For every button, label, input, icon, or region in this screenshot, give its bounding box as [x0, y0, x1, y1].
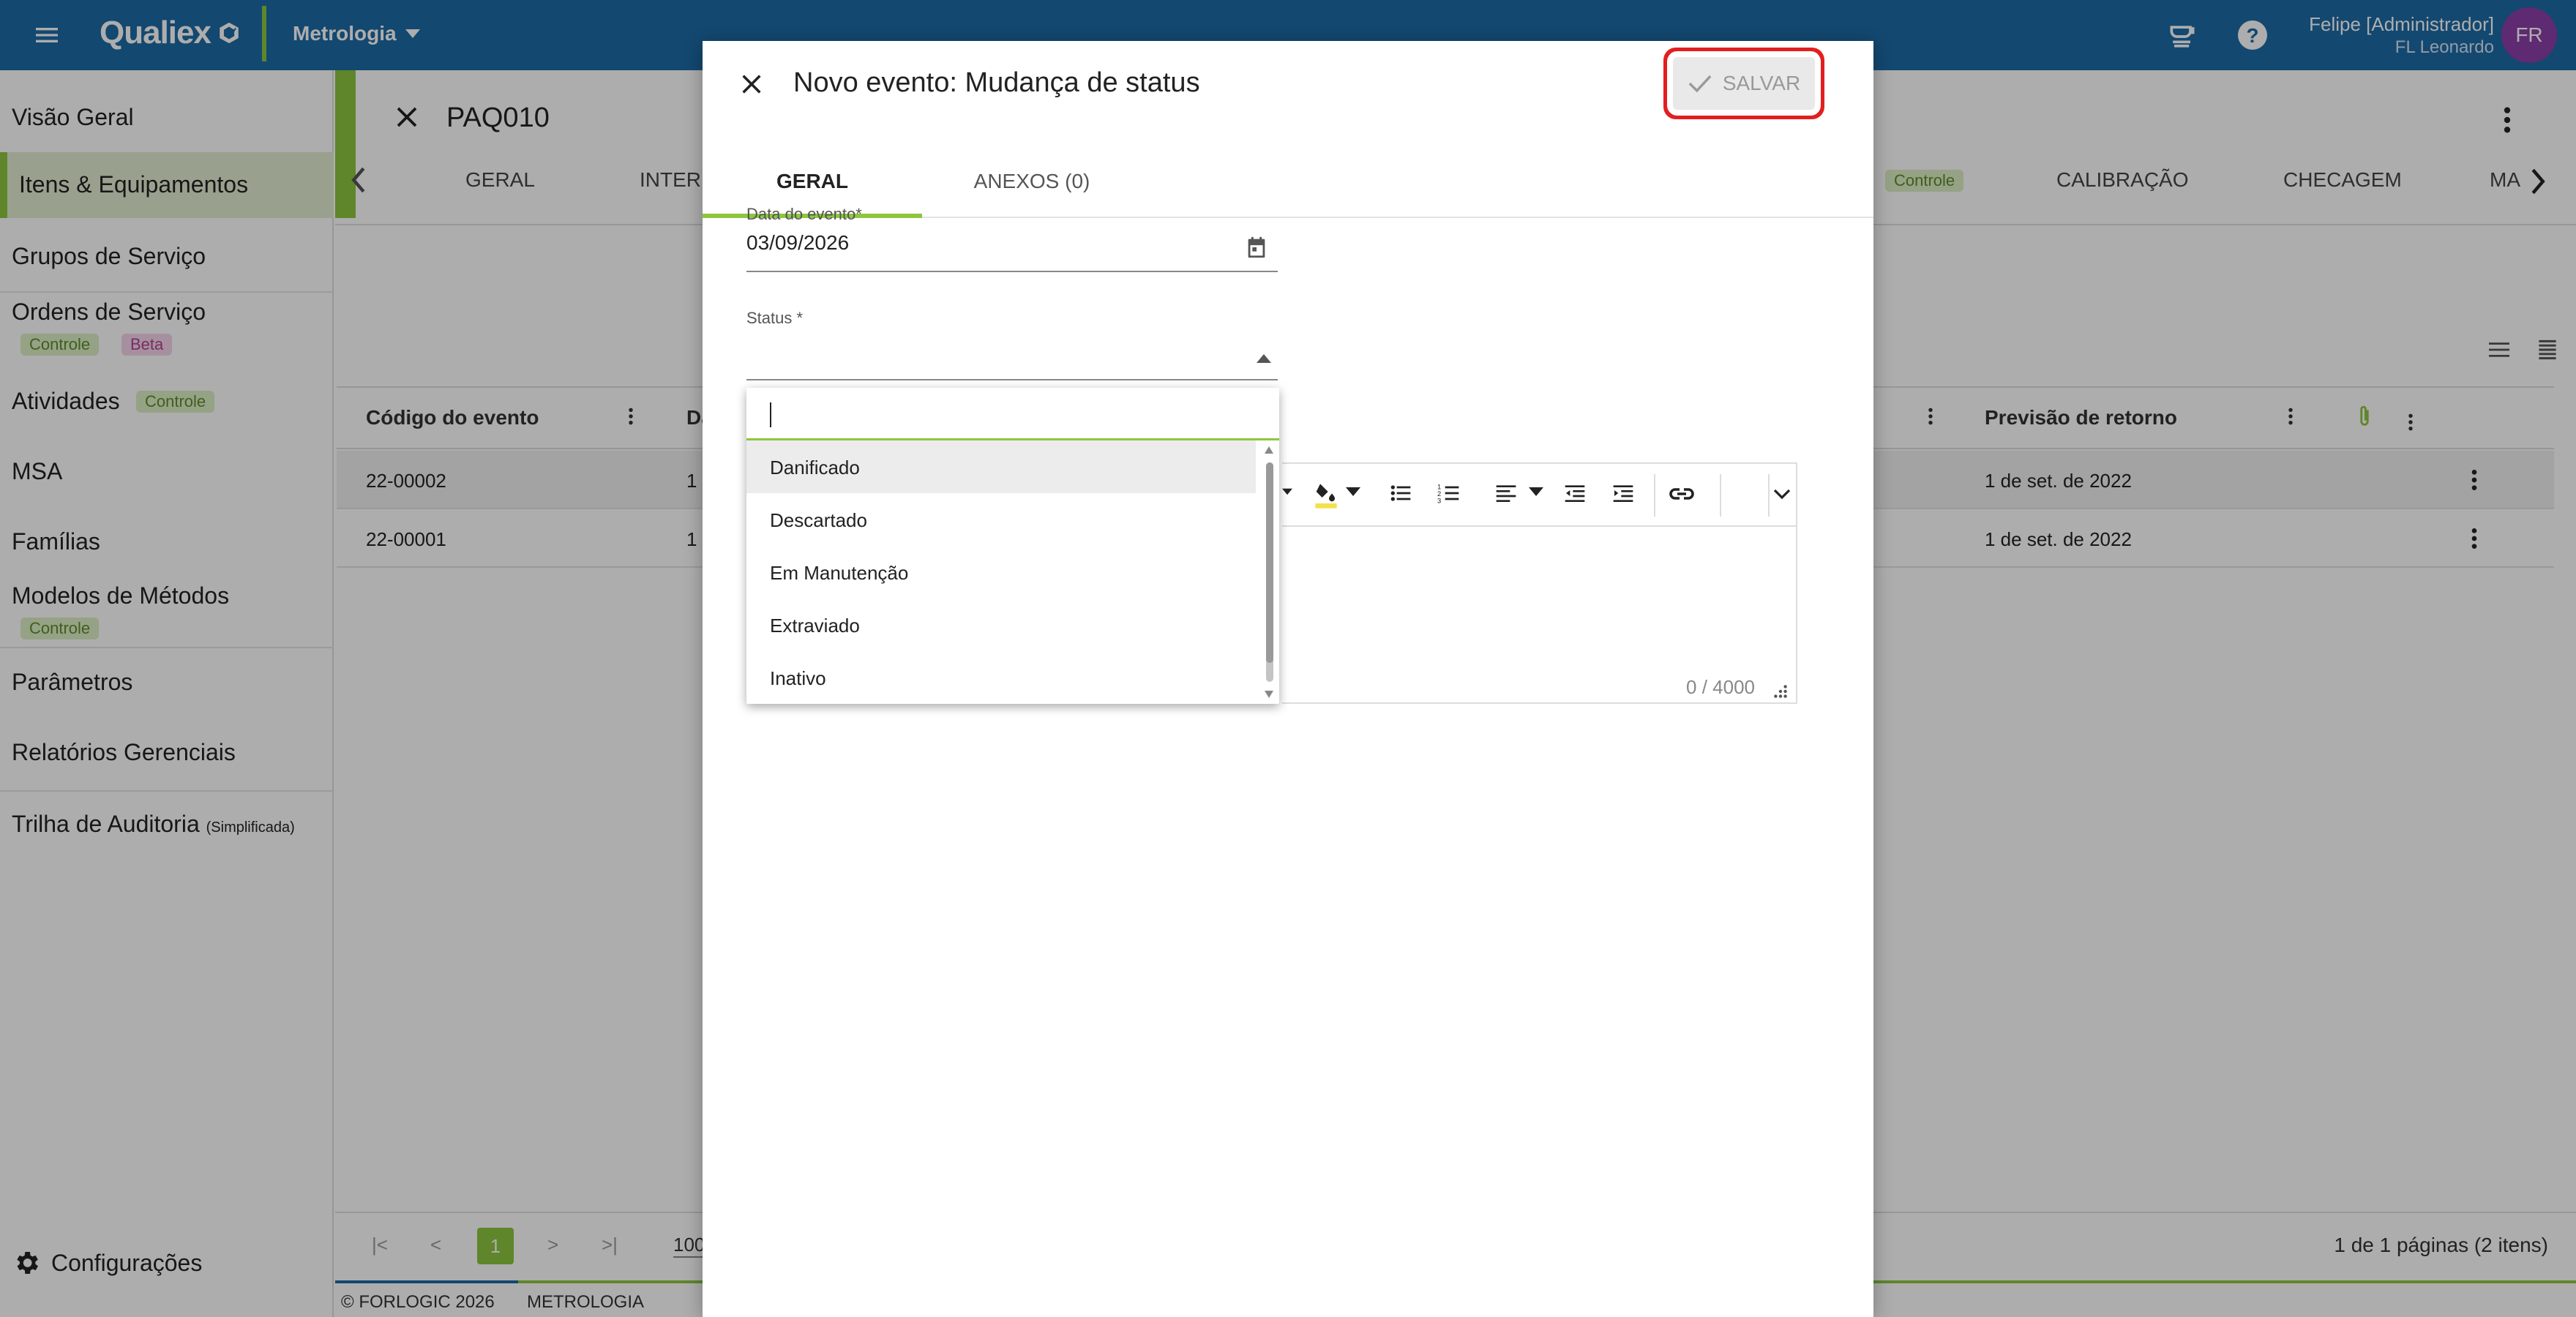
- svg-text:3: 3: [1437, 497, 1441, 504]
- outdent-icon[interactable]: [1563, 481, 1587, 505]
- status-label: Status *: [746, 309, 804, 327]
- dropdown-arrow-icon[interactable]: [1528, 487, 1544, 496]
- char-counter: 0 / 4000: [1686, 676, 1755, 698]
- dialog-title: Novo evento: Mudança de status: [793, 67, 1200, 98]
- close-icon[interactable]: [739, 72, 764, 97]
- check-icon: [1688, 75, 1712, 93]
- status-search-input[interactable]: [746, 388, 1279, 440]
- tab-anexos[interactable]: ANEXOS (0): [922, 129, 1142, 218]
- save-button[interactable]: SALVAR: [1673, 57, 1815, 110]
- status-option-extraviado[interactable]: Extraviado: [746, 599, 1256, 651]
- status-option-danificado[interactable]: Danificado: [746, 440, 1256, 493]
- status-option-descartado[interactable]: Descartado: [746, 493, 1256, 546]
- dropdown-arrow-icon[interactable]: [1282, 487, 1292, 496]
- link-icon[interactable]: [1669, 483, 1695, 505]
- resize-handle-icon[interactable]: [1772, 683, 1789, 699]
- bullet-list-icon[interactable]: [1389, 481, 1412, 505]
- date-label: Data do evento*: [746, 205, 862, 223]
- calendar-icon[interactable]: [1244, 234, 1269, 260]
- date-field[interactable]: 03/09/2026: [746, 231, 849, 255]
- status-option-em-manutencao[interactable]: Em Manutenção: [746, 546, 1256, 599]
- arrow-up-icon[interactable]: [1256, 354, 1272, 363]
- dropdown-scrollbar[interactable]: [1259, 440, 1279, 704]
- numbered-list-icon[interactable]: 123: [1437, 481, 1461, 505]
- fill-color-icon[interactable]: [1314, 480, 1338, 509]
- save-label: SALVAR: [1722, 72, 1801, 94]
- status-option-inativo[interactable]: Inativo: [746, 651, 1256, 704]
- align-left-icon[interactable]: [1494, 481, 1518, 505]
- status-dropdown: Danificado Descartado Em Manutenção Extr…: [746, 388, 1279, 704]
- indent-icon[interactable]: [1611, 481, 1635, 505]
- description-editor[interactable]: 123 0 / 4000: [1282, 462, 1797, 704]
- chevron-down-icon[interactable]: [1772, 489, 1791, 500]
- dropdown-arrow-icon[interactable]: [1345, 487, 1361, 496]
- editor-toolbar: 123: [1282, 464, 1796, 527]
